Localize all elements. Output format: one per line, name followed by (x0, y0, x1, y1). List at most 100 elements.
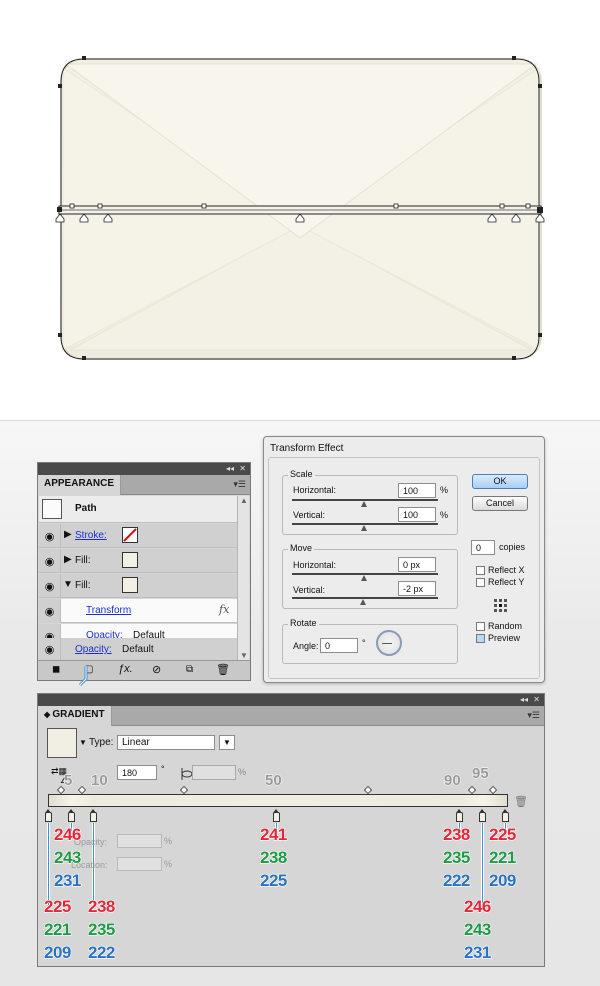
midpoint-diamond[interactable] (77, 785, 87, 795)
expand-triangle-icon[interactable]: ▶ (64, 529, 72, 540)
color-stop[interactable] (90, 809, 97, 822)
eye-icon[interactable]: ◉ (39, 549, 61, 573)
panel-menu-icon[interactable]: ▾☰ (527, 710, 540, 721)
panel-titlebar[interactable]: ◂◂ ✕ (38, 694, 544, 706)
duplicate-icon[interactable]: ⧉ (186, 664, 193, 675)
angle-input[interactable]: 0 (320, 638, 358, 653)
object-opacity-row[interactable]: ◉ Opacity: Default (39, 638, 237, 660)
tab-strip: APPEARANCE ▾☰ (38, 475, 250, 495)
preview-checkbox[interactable] (476, 634, 485, 643)
stop-2-red: 238 (87, 896, 116, 916)
transform-effect-link[interactable]: Transform (86, 605, 131, 616)
delete-stop-icon[interactable]: 🗑 (514, 795, 528, 808)
tab-strip: ◆ GRADIENT ▾☰ (38, 706, 544, 726)
random-label: Random (488, 621, 523, 631)
eye-icon[interactable]: ◉ (39, 638, 61, 660)
ok-button[interactable]: OK (472, 474, 528, 489)
cancel-button[interactable]: Cancel (472, 496, 528, 511)
stop-3-red: 241 (259, 824, 288, 844)
fx-icon[interactable]: fx (219, 603, 229, 616)
eye-icon[interactable]: ◉ (39, 574, 61, 598)
stroke-none-swatch[interactable] (122, 527, 138, 543)
reflect-y-checkbox[interactable] (476, 578, 485, 587)
panel-titlebar[interactable]: ◂◂ ✕ (38, 463, 250, 475)
add-effect-icon[interactable]: ƒx. (118, 663, 133, 675)
slider-thumb[interactable] (360, 599, 366, 605)
opacity-input (117, 834, 162, 848)
close-icon[interactable]: ✕ (239, 463, 246, 475)
scale-horizontal-input[interactable]: 100 (398, 483, 436, 498)
eye-icon[interactable]: ◉ (39, 524, 61, 548)
clear-icon[interactable]: ⊘ (152, 663, 161, 676)
gradient-slider[interactable] (48, 794, 508, 807)
scroll-up-icon[interactable]: ▲ (240, 496, 248, 505)
scroll-down-icon[interactable]: ▼ (240, 651, 248, 660)
opacity-link[interactable]: Opacity: (75, 644, 112, 655)
aspect-ratio-icon (181, 767, 193, 780)
appearance-header: Path (39, 496, 237, 523)
percent-unit: % (164, 859, 173, 869)
angle-input[interactable]: 180 (117, 765, 157, 780)
eye-icon[interactable]: ◉ (39, 599, 61, 623)
fill-row-1[interactable]: ◉ ▶ Fill: (39, 549, 237, 573)
stop-4-green: 235 (442, 847, 471, 867)
location-label-10: 10 (91, 772, 109, 790)
fill-swatch[interactable] (122, 552, 138, 568)
random-checkbox[interactable] (476, 622, 485, 631)
collapse-triangle-icon[interactable]: ▼ (63, 579, 73, 590)
midpoint-diamond[interactable] (467, 785, 477, 795)
type-select[interactable]: Linear (117, 735, 215, 750)
color-stop[interactable] (479, 809, 486, 822)
scrollbar[interactable]: ▲ ▼ (237, 496, 249, 660)
slider-thumb[interactable] (361, 575, 367, 581)
envelope-artwork (55, 56, 545, 360)
trash-icon[interactable]: 🗑 (216, 663, 230, 676)
stroke-row[interactable]: ◉ ▶ Stroke: (39, 524, 237, 548)
location-label-90: 90 (444, 772, 462, 790)
panel-menu-icon[interactable]: ▾☰ (233, 479, 246, 490)
stop-2-blue: 222 (87, 942, 116, 962)
transform-row[interactable]: ◉ Transform fx (39, 599, 237, 623)
stop-3-blue: 225 (259, 870, 288, 890)
rotate-label: Rotate (288, 618, 319, 628)
collapse-icon[interactable]: ◂◂ (520, 694, 528, 706)
scale-vertical-input[interactable]: 100 (398, 507, 436, 522)
stroke-label[interactable]: Stroke: (75, 530, 107, 541)
midpoint-diamond[interactable] (179, 785, 189, 795)
slider-thumb[interactable] (361, 525, 367, 531)
location-label-5: 5 (63, 772, 73, 790)
expand-triangle-icon[interactable]: ▶ (64, 554, 72, 565)
midpoint-diamond[interactable] (363, 785, 373, 795)
gradient-preview-swatch[interactable] (47, 728, 77, 758)
color-stop[interactable] (273, 809, 280, 822)
angle-dial[interactable] (376, 630, 402, 656)
tab-appearance[interactable]: APPEARANCE (38, 475, 122, 495)
location-label-95: 95 (472, 765, 490, 783)
color-stop[interactable] (502, 809, 509, 822)
midpoint-diamond[interactable] (488, 785, 498, 795)
new-art-icon[interactable]: ◼ (52, 664, 60, 675)
collapse-icon[interactable]: ◂◂ (226, 463, 234, 475)
gradient-panel: ◂◂ ✕ ◆ GRADIENT ▾☰ ▼ Type: Linear ▼ ⇄▦ ∠… (37, 693, 545, 967)
percent-unit: % (440, 485, 449, 495)
slider-thumb[interactable] (361, 501, 367, 507)
fill-gradient-swatch[interactable] (122, 577, 138, 593)
move-horizontal-input[interactable]: 0 px (398, 557, 436, 572)
reference-point-icon[interactable] (494, 599, 508, 613)
swatch-dropdown-icon[interactable]: ▼ (79, 738, 87, 747)
close-icon[interactable]: ✕ (533, 694, 540, 706)
tab-gradient[interactable]: ◆ GRADIENT (38, 706, 112, 726)
copies-input[interactable]: 0 (471, 540, 495, 555)
move-vertical-input[interactable]: -2 px (398, 581, 436, 596)
scale-vertical-label: Vertical: (293, 510, 326, 520)
reflect-x-checkbox[interactable] (476, 566, 485, 575)
fill-row-2[interactable]: ◉ ▼ Fill: (39, 574, 237, 598)
stop-6-blue: 209 (488, 870, 517, 890)
color-stop[interactable] (68, 809, 75, 822)
opacity-value: Default (122, 644, 154, 655)
copies-label: copies (499, 542, 526, 552)
color-stop[interactable] (45, 809, 52, 822)
location-label-50: 50 (265, 772, 283, 790)
type-dropdown-icon[interactable]: ▼ (219, 735, 235, 750)
color-stop[interactable] (456, 809, 463, 822)
